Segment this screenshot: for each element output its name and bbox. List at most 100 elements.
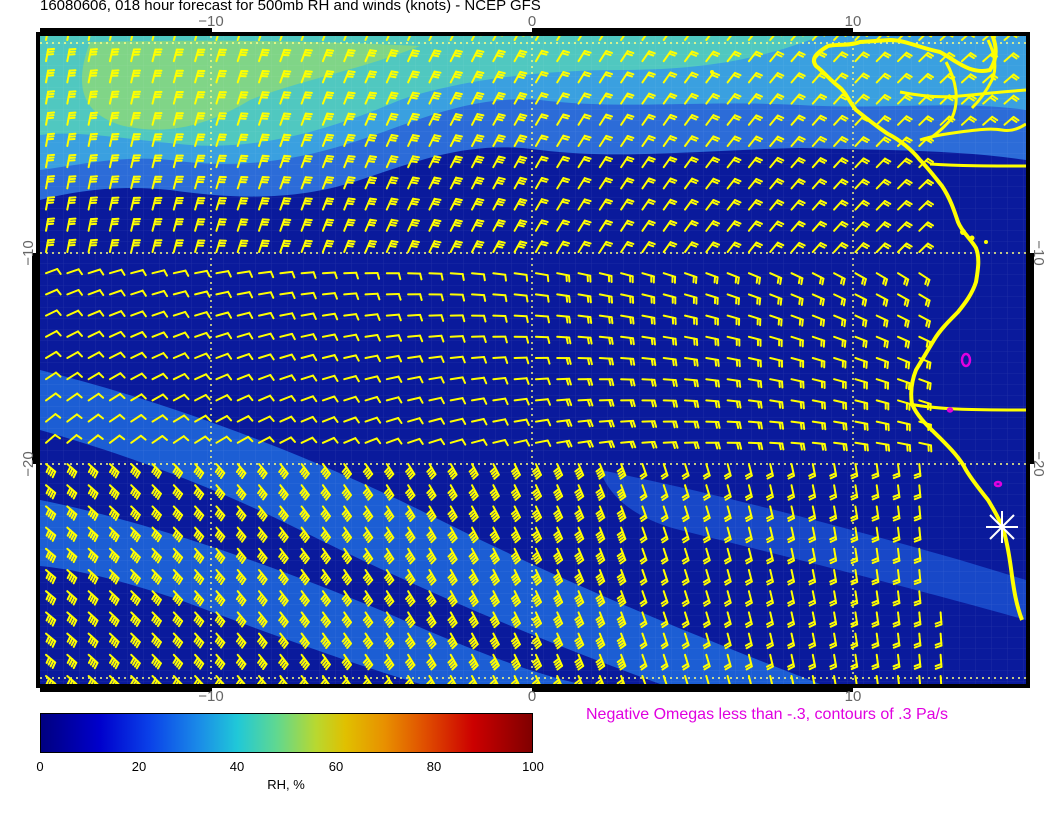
wind-barb-feather <box>672 378 676 387</box>
wind-barb-feather <box>568 336 572 345</box>
lat-tick-right-s10: −10 <box>1030 240 1047 265</box>
wind-barb-feather <box>282 178 291 182</box>
wind-barb-feather <box>455 197 463 202</box>
wind-barb-feather <box>325 221 334 224</box>
wind-barb-feather <box>389 200 398 203</box>
wind-barb-feather <box>565 336 569 345</box>
wind-barb-feather <box>475 179 484 183</box>
wind-barb-feather <box>282 157 291 160</box>
wind-barb-feather <box>283 112 292 115</box>
wind-barb-feather <box>475 157 484 162</box>
wind-barb-feather <box>304 239 313 243</box>
wind-barb-feather <box>412 49 420 53</box>
wind-barb-feather <box>326 91 335 95</box>
wind-barb-feather <box>452 160 461 164</box>
wind-barb-feather <box>369 176 378 180</box>
wind-barb-feather <box>755 275 759 284</box>
wind-barb-feather <box>885 299 889 307</box>
wind-barb-feather <box>906 320 910 328</box>
wind-barb-feather <box>632 357 636 366</box>
wind-barb-feather <box>325 136 334 139</box>
wind-barb-feather <box>840 318 844 327</box>
colorbar-tick-80: 80 <box>426 759 442 774</box>
wind-barb-feather <box>368 94 377 97</box>
wind-barb-feather <box>819 318 823 326</box>
wind-barb-feather <box>347 112 356 116</box>
wind-barb-feather <box>325 199 334 203</box>
wind-barb-feather <box>452 139 461 143</box>
wind-barb-feather <box>863 443 867 452</box>
wind-barb-feather <box>608 357 612 366</box>
wind-barb-feather <box>483 294 487 302</box>
wind-barb-feather <box>927 320 931 329</box>
wind-barb-feather <box>568 295 571 304</box>
wind-barb-feather <box>498 113 506 117</box>
wind-barb-feather <box>455 49 463 53</box>
wind-barb-feather <box>475 73 484 77</box>
lon-tick-top-e10: 10 <box>845 13 862 30</box>
wind-barb-feather <box>821 442 825 451</box>
wind-barb-feather <box>842 277 846 286</box>
wind-barb-feather <box>303 221 312 224</box>
wind-barb-feather <box>608 336 612 345</box>
wind-barb-feather <box>411 200 419 204</box>
wind-barb-feather <box>431 54 440 58</box>
wind-barb-feather <box>498 134 506 138</box>
wind-barb-feather <box>346 178 355 182</box>
wind-barb-feather <box>324 96 333 99</box>
wind-barb-feather <box>368 157 377 161</box>
wind-barb-feather <box>862 339 866 348</box>
wind-barb-feather <box>672 399 676 408</box>
wind-barb-feather <box>369 240 378 243</box>
wind-barb-feather <box>409 160 418 164</box>
wind-barb-feather <box>326 133 335 137</box>
wind-barb <box>279 270 294 275</box>
wind-barb-feather <box>455 176 463 180</box>
omega-note: Negative Omegas less than -.3, contours … <box>586 706 948 723</box>
wind-barb-feather <box>936 688 942 690</box>
wind-barb <box>471 356 485 359</box>
wind-barb-feather <box>475 51 484 56</box>
wind-barb-feather <box>653 358 657 367</box>
wind-barb-feather <box>46 71 55 75</box>
wind-barb-feather <box>348 31 354 32</box>
rh-colorbar <box>40 713 533 753</box>
wind-barb <box>407 334 421 338</box>
wind-barb-feather <box>390 134 399 137</box>
wind-barb-feather <box>327 29 333 30</box>
wind-barb-feather <box>821 422 824 430</box>
wind-barb-feather <box>389 242 398 246</box>
wind-barb-feather <box>696 400 700 408</box>
wind-barb <box>300 271 315 275</box>
wind-barb-feather <box>452 75 461 79</box>
wind-barb-feather <box>46 241 55 244</box>
wind-barb-feather <box>474 54 482 58</box>
wind-barb-feather <box>717 359 720 367</box>
wind-barb-feather <box>904 339 908 348</box>
wind-barb-feather <box>799 442 803 451</box>
wind-barb <box>534 314 549 318</box>
wind-barb-feather <box>304 197 313 200</box>
wind-barb-feather <box>631 316 635 325</box>
wind-barb-feather <box>282 199 291 203</box>
wind-barb-feather <box>758 297 762 306</box>
wind-barb-feather <box>367 54 376 57</box>
wind-barb <box>385 313 400 317</box>
wind-barb-feather <box>388 75 397 79</box>
wind-barb-feather <box>347 70 356 73</box>
wind-barb-feather <box>498 92 506 96</box>
wind-barb-feather <box>455 113 463 117</box>
wind-barb-feather <box>326 155 335 158</box>
wind-barb-feather <box>283 239 292 243</box>
wind-barb-feather <box>433 49 442 53</box>
wind-barb-feather <box>525 273 529 282</box>
wind-barb-feather <box>283 91 292 94</box>
wind-barb-feather <box>304 218 313 222</box>
wind-barb-feather <box>779 277 783 285</box>
wind-barb-feather <box>412 134 420 138</box>
wind-barb-feather <box>586 295 590 303</box>
wind-barb-feather <box>476 70 485 74</box>
wind-barb-feather <box>757 421 761 430</box>
wind-barb-feather <box>453 242 462 246</box>
wind-barb-feather <box>925 339 929 348</box>
